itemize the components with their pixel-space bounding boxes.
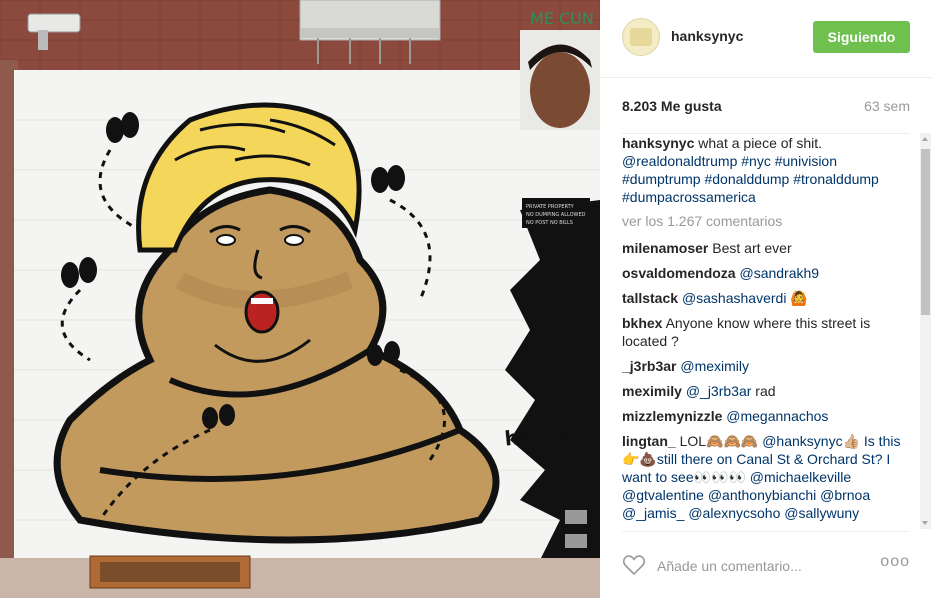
post-stats: 8.203 Me gusta 63 sem <box>622 96 910 134</box>
list-item: osvaldomendoza @sandrakh9 <box>622 264 910 282</box>
comment-mention[interactable]: @sashashaverdi 🙆 <box>682 290 808 306</box>
caption-text: what a piece of shit. <box>698 135 823 151</box>
sign-line-1: PRIVATE PROPERTY <box>526 204 575 210</box>
avatar[interactable] <box>622 18 660 56</box>
comment-user[interactable]: _j3rb3ar <box>622 358 676 374</box>
comment-text: LOL🙈🙈🙈 <box>679 433 759 449</box>
comment-mention[interactable]: @meximily <box>680 358 749 374</box>
list-item: meximily @_j3rb3ar rad <box>622 382 910 400</box>
comment-text: Best art ever <box>712 240 792 256</box>
list-item: milenamoser Best art ever <box>622 239 910 257</box>
more-options-button[interactable]: ooo <box>880 553 910 571</box>
comment-user[interactable]: osvaldomendoza <box>622 265 736 281</box>
list-item: mizzlemynizzle @megannachos <box>622 407 910 425</box>
sign-line-2: NO DUMPING ALLOWED <box>526 212 586 218</box>
comment-user[interactable]: lingtan_ <box>622 433 676 449</box>
view-all-comments-link[interactable]: ver los 1.267 comentarios <box>622 212 910 230</box>
scrollbar-thumb[interactable] <box>921 149 930 315</box>
list-item: tallstack @sashashaverdi 🙆 <box>622 289 910 307</box>
comments-list[interactable]: hanksynyc what a piece of shit. @realdon… <box>622 134 910 526</box>
post-header: hanksynyc Siguiendo <box>600 0 933 78</box>
comment-text: rad <box>755 383 776 399</box>
list-item: _j3rb3ar @meximily <box>622 357 910 375</box>
svg-text:ME CUN: ME CUN <box>530 9 594 28</box>
caption-user[interactable]: hanksynyc <box>622 135 694 151</box>
comment-mention[interactable]: @sandrakh9 <box>739 265 819 281</box>
comments-scrollbar[interactable] <box>920 133 931 529</box>
post-username[interactable]: hanksynyc <box>671 28 743 44</box>
scroll-down-icon[interactable] <box>922 521 928 525</box>
comment-mention[interactable]: @megannachos <box>726 408 828 424</box>
caption-tags[interactable]: @realdonaldtrump #nyc #univision #dumptr… <box>622 153 879 205</box>
post-caption: hanksynyc what a piece of shit. @realdon… <box>622 134 910 206</box>
artwork-illustration: ME CUN PRIVATE PROPERTY NO DUMPING ALLOW… <box>0 0 600 598</box>
comment-user[interactable]: bkhex <box>622 315 662 331</box>
post-photo[interactable]: ME CUN PRIVATE PROPERTY NO DUMPING ALLOW… <box>0 0 600 598</box>
post-sidebar: hanksynyc Siguiendo 8.203 Me gusta 63 se… <box>600 0 933 598</box>
comment-user[interactable]: meximily <box>622 383 682 399</box>
following-button[interactable]: Siguiendo <box>813 21 910 53</box>
sign-line-3: NO POST NO BILLS <box>526 220 573 226</box>
comment-footer: ooo <box>622 531 910 599</box>
list-item: lingtan_ LOL🙈🙈🙈 @hanksynyc👍🏼 Is this👉💩st… <box>622 432 910 522</box>
add-comment-input[interactable] <box>657 556 872 576</box>
heart-icon[interactable] <box>622 554 646 576</box>
comment-mention[interactable]: @_j3rb3ar <box>686 383 752 399</box>
comment-user[interactable]: tallstack <box>622 290 678 306</box>
list-item: bkhex Anyone know where this street is l… <box>622 314 910 350</box>
comment-user[interactable]: milenamoser <box>622 240 708 256</box>
avatar-image-icon <box>630 28 652 46</box>
comment-user[interactable]: mizzlemynizzle <box>622 408 722 424</box>
likes-count[interactable]: 8.203 Me gusta <box>622 98 722 114</box>
post-time[interactable]: 63 sem <box>864 98 910 114</box>
scroll-up-icon[interactable] <box>922 137 928 141</box>
